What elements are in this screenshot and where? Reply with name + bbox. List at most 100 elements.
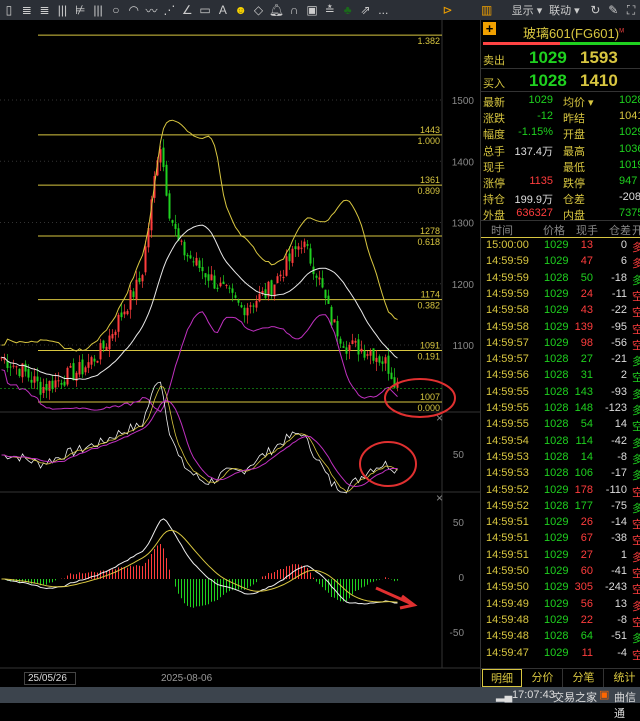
level-icon[interactable]: ≛ <box>321 3 339 17</box>
candle-body <box>48 381 51 391</box>
candle-body <box>72 363 75 381</box>
tab-trades[interactable]: 分笔 <box>564 669 604 687</box>
fan-icon[interactable]: ⋰ <box>160 3 178 17</box>
candle-body <box>231 288 234 293</box>
tick-row[interactable]: 14:59:54 1028 114 -42 多 <box>481 434 640 450</box>
candle-body <box>144 246 147 273</box>
tick-row[interactable]: 14:59:56 1028 31 2 空 <box>481 368 640 384</box>
candle-body <box>114 331 117 335</box>
tick-row[interactable]: 14:59:59 1029 24 -11 空 <box>481 287 640 303</box>
text-icon[interactable]: A <box>214 3 232 17</box>
play-icon[interactable]: ⊳ <box>439 3 457 17</box>
tick-row[interactable]: 14:59:51 1029 27 1 多 <box>481 548 640 564</box>
ruler-icon[interactable]: ▭ <box>196 3 214 17</box>
bars-icon[interactable]: ||| <box>53 3 71 17</box>
candle-body <box>306 244 309 246</box>
candle-body <box>225 284 228 286</box>
tick-row[interactable]: 14:59:55 1028 148 -123 多 <box>481 401 640 417</box>
stat-row: 总手 137.4万 最高 1036 <box>483 142 640 158</box>
candle-body <box>36 376 39 382</box>
text-lines-icon[interactable]: ≣ <box>18 3 36 17</box>
tick-row[interactable]: 14:59:48 1029 22 -8 空 <box>481 613 640 629</box>
link-menu[interactable]: 联动 ▾ <box>549 2 586 18</box>
tick-row[interactable]: 14:59:58 1029 43 -22 空 <box>481 303 640 319</box>
maximize-icon[interactable]: ⛶ <box>622 3 640 18</box>
tick-row[interactable]: 14:59:57 1028 27 -21 多 <box>481 352 640 368</box>
gann-icon[interactable]: ⊭ <box>71 3 89 17</box>
refresh-icon[interactable]: ↻ <box>587 3 605 17</box>
frame-icon[interactable]: ▣ <box>303 3 321 17</box>
bars-icon[interactable]: ||| <box>89 3 107 17</box>
arc-icon[interactable]: ◠ <box>125 3 143 17</box>
tick-row[interactable]: 14:59:52 1028 177 -75 多 <box>481 499 640 515</box>
candle-body <box>81 359 84 375</box>
tick-row[interactable]: 14:59:53 1028 14 -8 多 <box>481 450 640 466</box>
ind2-tick: -50 <box>450 628 465 639</box>
chart-icon[interactable]: ▥ <box>478 3 496 17</box>
kline-chart[interactable]: 1500 1400 1300 1200 1100 1.382 1443 1.000 1361 0.… <box>0 20 480 695</box>
tick-row[interactable]: 14:59:47 1029 11 -4 空 <box>481 646 640 662</box>
tick-row[interactable]: 14:59:49 1029 56 13 多 <box>481 597 640 613</box>
buy-ratio-bar <box>560 42 640 45</box>
tab-stats[interactable]: 统计 <box>605 669 640 687</box>
candle-body <box>201 266 204 272</box>
bell-icon[interactable]: 🔔︎ <box>267 3 285 17</box>
add-icon[interactable]: + <box>483 22 496 35</box>
tick-row[interactable]: 14:59:52 1029 178 -110 空 <box>481 483 640 499</box>
menu-icon[interactable]: ▯ <box>0 3 18 17</box>
bollinger-mid <box>1 224 398 380</box>
tick-row[interactable]: 14:59:58 1029 139 -95 空 <box>481 320 640 336</box>
tick-row[interactable]: 14:59:57 1029 98 -56 空 <box>481 336 640 352</box>
magnet-icon[interactable]: ∩ <box>285 3 303 17</box>
candle-body <box>168 193 171 219</box>
candle-body <box>117 314 120 332</box>
more-icon[interactable]: ... <box>374 3 392 17</box>
ind1-line-magenta <box>1 400 398 487</box>
tick-row[interactable]: 14:59:55 1028 143 -93 多 <box>481 385 640 401</box>
candle-body <box>357 339 360 355</box>
candle-body <box>27 369 30 378</box>
chart-canvas[interactable]: 150014001300120011001.38214431.00013610.… <box>0 20 480 687</box>
candle-body <box>258 293 261 302</box>
candle-body <box>309 248 312 264</box>
tab-detail[interactable]: 明细 <box>482 669 522 687</box>
candle-body <box>333 319 336 323</box>
export-icon[interactable]: ⇗ <box>357 3 375 17</box>
candle-body <box>354 340 357 343</box>
candle-body <box>165 164 168 196</box>
display-menu[interactable]: 显示 ▾ <box>512 2 549 18</box>
price-tick: 1200 <box>452 280 475 291</box>
smiley-icon[interactable]: ☻ <box>232 3 250 17</box>
tick-row[interactable]: 15:00:00 1029 13 0 多 <box>481 238 640 254</box>
tick-row[interactable]: 14:59:51 1029 67 -38 空 <box>481 531 640 547</box>
tick-row[interactable]: 14:59:51 1029 26 -14 空 <box>481 515 640 531</box>
tick-row[interactable]: 14:59:50 1029 60 -41 空 <box>481 564 640 580</box>
fib-price: 1174 <box>421 290 440 300</box>
circle-icon[interactable]: ○ <box>107 3 125 17</box>
wave-icon[interactable]: 〰 <box>143 2 161 19</box>
stat-row: 涨停 1135 跌停 947 <box>483 175 638 190</box>
candle-body <box>330 306 333 326</box>
text-lines-icon[interactable]: ≣ <box>36 3 54 17</box>
pen-icon[interactable]: ✎ <box>604 3 622 17</box>
tick-row[interactable]: 14:59:48 1028 64 -51 多 <box>481 629 640 645</box>
candle-body <box>141 275 144 282</box>
candle-body <box>54 380 57 388</box>
clover-icon[interactable]: ♣ <box>339 3 357 17</box>
chat-icon[interactable]: ▣ <box>599 688 609 701</box>
candle-body <box>297 246 300 250</box>
candle-body <box>246 307 249 316</box>
angle-icon[interactable]: ∠ <box>178 3 196 17</box>
tick-row[interactable]: 14:59:59 1029 47 6 多 <box>481 254 640 270</box>
candle-body <box>111 334 114 339</box>
tick-row[interactable]: 14:59:50 1029 305 -243 空 <box>481 580 640 596</box>
candle-body <box>207 274 210 281</box>
tab-price[interactable]: 分价 <box>523 669 563 687</box>
tick-row[interactable]: 14:59:55 1028 54 14 空 <box>481 417 640 433</box>
tick-row[interactable]: 14:59:53 1028 106 -17 多 <box>481 466 640 482</box>
candle-body <box>369 351 372 356</box>
tick-row[interactable]: 14:59:59 1028 50 -18 多 <box>481 271 640 287</box>
stat-row: 涨跌 -12 昨结 1041 <box>483 110 640 126</box>
candle-body <box>33 376 36 383</box>
eraser-icon[interactable]: ◇ <box>250 3 268 17</box>
